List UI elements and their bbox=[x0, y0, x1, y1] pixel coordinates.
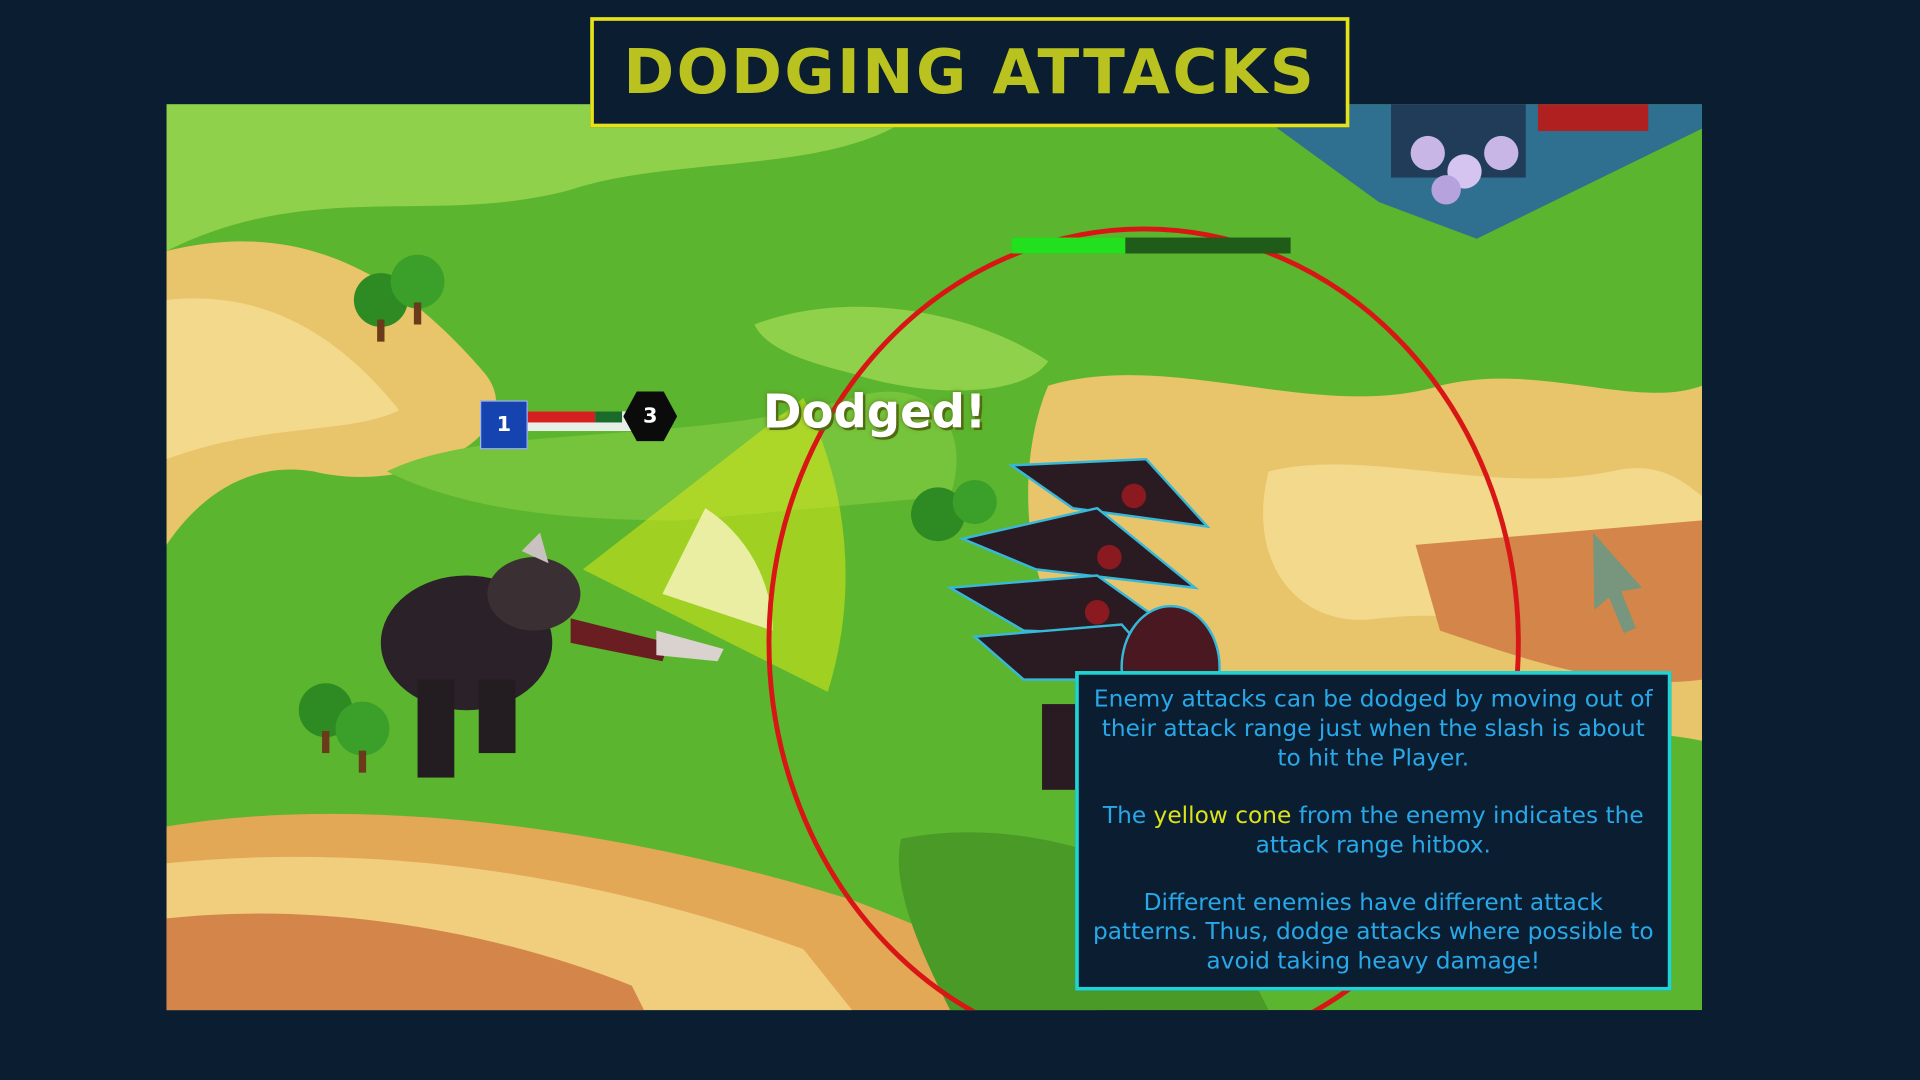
tutorial-slide: 1 3 Dodged! DODGING ATTACKS Enemy attack… bbox=[0, 0, 1920, 1080]
player-health-fill bbox=[525, 411, 596, 423]
enemy-health-bar bbox=[1011, 237, 1291, 254]
title-banner: DODGING ATTACKS bbox=[590, 17, 1350, 128]
dodged-combat-text: Dodged! bbox=[762, 384, 987, 439]
info-paragraph-2-after: from the enemy indicates the attack rang… bbox=[1255, 802, 1644, 859]
info-paragraph-2-before: The bbox=[1102, 802, 1154, 829]
info-paragraph-3: Different enemies have different attack … bbox=[1092, 888, 1654, 975]
highlight-yellow-cone: yellow cone bbox=[1153, 802, 1292, 829]
enemy-health-fill bbox=[1011, 237, 1126, 254]
page-title: DODGING ATTACKS bbox=[623, 36, 1317, 108]
info-paragraph-2: The yellow cone from the enemy indicates… bbox=[1091, 801, 1655, 860]
info-panel: Enemy attacks can be dodged by moving ou… bbox=[1075, 671, 1672, 991]
player-level-badge: 1 bbox=[480, 400, 528, 450]
info-paragraph-1: Enemy attacks can be dodged by moving ou… bbox=[1093, 685, 1653, 772]
player-health-bar bbox=[525, 411, 634, 432]
player-health-remainder bbox=[595, 411, 623, 423]
